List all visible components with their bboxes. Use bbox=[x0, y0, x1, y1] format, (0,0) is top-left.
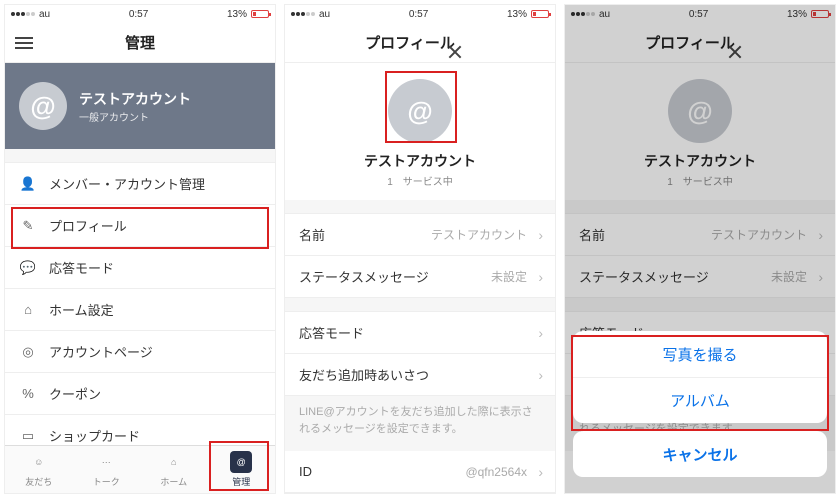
navbar: プロフィール bbox=[285, 23, 555, 63]
row-members[interactable]: 👤メンバー・アカウント管理 bbox=[5, 163, 275, 205]
status-bar: au 0:57 13% bbox=[565, 5, 835, 23]
chevron-right-icon: › bbox=[538, 464, 543, 480]
navbar: 管理 bbox=[5, 23, 275, 63]
avatar[interactable]: @ bbox=[388, 79, 452, 143]
row-name[interactable]: 名前テストアカウント› bbox=[285, 214, 555, 256]
action-sheet: 写真を撮る アルバム キャンセル bbox=[573, 331, 827, 485]
navbar: プロフィール bbox=[565, 23, 835, 63]
at-icon: @ bbox=[687, 96, 712, 127]
avatar[interactable]: @ bbox=[668, 79, 732, 143]
at-icon: @ bbox=[30, 91, 55, 122]
page-icon: ◎ bbox=[19, 343, 37, 361]
close-icon[interactable] bbox=[725, 42, 745, 62]
row-status-msg[interactable]: ステータスメッセージ未設定› bbox=[565, 256, 835, 298]
row-response-mode[interactable]: 💬応答モード bbox=[5, 247, 275, 289]
account-header[interactable]: @ テストアカウント 一般アカウント bbox=[5, 63, 275, 149]
coupon-icon: % bbox=[19, 385, 37, 403]
members-icon: 👤 bbox=[19, 175, 37, 193]
row-status-msg[interactable]: ステータスメッセージ未設定› bbox=[285, 256, 555, 298]
clock: 0:57 bbox=[129, 9, 148, 20]
close-icon[interactable] bbox=[445, 42, 465, 62]
row-profile[interactable]: ✎プロフィール bbox=[5, 205, 275, 247]
screen-profile: au 0:57 13% プロフィール @ テストアカウント 1 サービス中 名前… bbox=[284, 4, 556, 494]
sheet-cancel[interactable]: キャンセル bbox=[573, 431, 827, 477]
friends-icon: ☺ bbox=[28, 451, 50, 473]
talk-icon: ⋯ bbox=[95, 451, 117, 473]
screen-manage: au 0:57 13% 管理 @ テストアカウント 一般アカウント 👤メンバー・… bbox=[4, 4, 276, 494]
chevron-right-icon: › bbox=[538, 367, 543, 383]
screen-profile-sheet: au 0:57 13% プロフィール @ テストアカウント 1 サービス中 名前… bbox=[564, 4, 836, 494]
chevron-right-icon: › bbox=[818, 269, 823, 285]
chevron-right-icon: › bbox=[818, 227, 823, 243]
row-greeting[interactable]: 友だち追加時あいさつ› bbox=[285, 354, 555, 396]
page-title: プロフィール bbox=[365, 32, 455, 53]
profile-icon: ✎ bbox=[19, 217, 37, 235]
greeting-note: LINE@アカウントを友だち追加した際に表示されるメッセージを設定できます。 bbox=[285, 396, 555, 451]
card-icon: ▭ bbox=[19, 427, 37, 445]
battery-pct: 13% bbox=[227, 9, 247, 20]
row-account-page[interactable]: ◎アカウントページ bbox=[5, 331, 275, 373]
row-id[interactable]: ID@qfn2564x› bbox=[285, 451, 555, 493]
profile-name: テストアカウント bbox=[364, 151, 476, 171]
row-coupon[interactable]: %クーポン bbox=[5, 373, 275, 415]
profile-sub: 1 サービス中 bbox=[387, 173, 453, 188]
at-icon: @ bbox=[407, 96, 432, 127]
chevron-right-icon: › bbox=[538, 269, 543, 285]
battery-icon bbox=[251, 10, 269, 18]
menu-icon[interactable] bbox=[15, 33, 35, 53]
chevron-right-icon: › bbox=[538, 227, 543, 243]
status-bar: au 0:57 13% bbox=[285, 5, 555, 23]
row-response-mode[interactable]: 応答モード› bbox=[285, 312, 555, 354]
home-icon: ⌂ bbox=[19, 301, 37, 319]
sheet-take-photo[interactable]: 写真を撮る bbox=[573, 331, 827, 377]
battery-icon bbox=[811, 10, 829, 18]
row-name[interactable]: 名前テストアカウント› bbox=[565, 214, 835, 256]
tab-talk[interactable]: ⋯トーク bbox=[73, 446, 141, 493]
manage-icon: @ bbox=[230, 451, 252, 473]
profile-name: テストアカウント bbox=[644, 151, 756, 171]
tab-friends[interactable]: ☺友だち bbox=[5, 446, 73, 493]
status-bar: au 0:57 13% bbox=[5, 5, 275, 23]
tab-home[interactable]: ⌂ホーム bbox=[140, 446, 208, 493]
page-title: プロフィール bbox=[645, 32, 735, 53]
profile-sub: 1 サービス中 bbox=[667, 173, 733, 188]
account-name: テストアカウント bbox=[79, 89, 191, 109]
sheet-album[interactable]: アルバム bbox=[573, 377, 827, 423]
avatar: @ bbox=[19, 82, 67, 130]
row-home-settings[interactable]: ⌂ホーム設定 bbox=[5, 289, 275, 331]
page-title: 管理 bbox=[125, 32, 155, 53]
profile-header: @ テストアカウント 1 サービス中 bbox=[565, 63, 835, 200]
battery-icon bbox=[531, 10, 549, 18]
home-tab-icon: ⌂ bbox=[163, 451, 185, 473]
profile-header: @ テストアカウント 1 サービス中 bbox=[285, 63, 555, 200]
chevron-right-icon: › bbox=[538, 325, 543, 341]
tab-manage[interactable]: @管理 bbox=[208, 446, 276, 493]
account-type: 一般アカウント bbox=[79, 109, 191, 124]
chat-icon: 💬 bbox=[19, 259, 37, 277]
carrier-label: au bbox=[39, 9, 50, 20]
tab-bar: ☺友だち ⋯トーク ⌂ホーム @管理 bbox=[5, 445, 275, 493]
